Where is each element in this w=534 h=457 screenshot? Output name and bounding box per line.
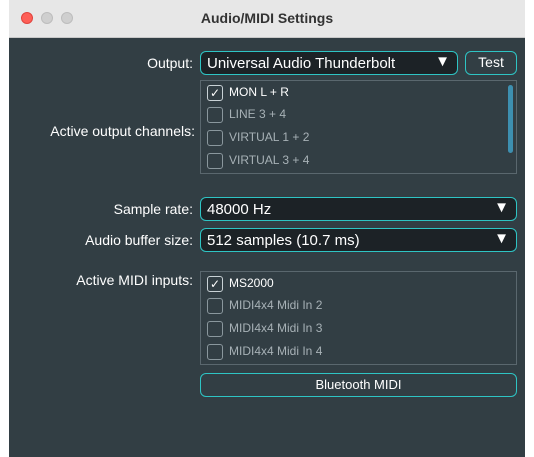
buffer-size-value: 512 samples (10.7 ms): [207, 232, 360, 249]
window-title: Audio/MIDI Settings: [200, 10, 334, 26]
output-device-value: Universal Audio Thunderbolt: [207, 55, 396, 72]
channel-label: MON L + R: [229, 85, 289, 99]
title-bar: Audio/MIDI Settings: [9, 0, 525, 38]
dropdown-arrow-icon: ▼: [494, 230, 509, 247]
midi-input-label: MIDI4x4 Midi In 2: [229, 298, 323, 312]
midi-inputs-label: Active MIDI inputs:: [76, 272, 193, 288]
channel-label: LINE 3 + 4: [229, 107, 287, 121]
dropdown-arrow-icon: ▼: [494, 199, 509, 216]
output-channels-list[interactable]: ✓ MON L + R LINE 3 + 4 VIRTUAL 1 + 2 VIR…: [200, 80, 517, 174]
checkbox-unchecked-icon[interactable]: [207, 344, 223, 360]
sample-rate-dropdown[interactable]: 48000 Hz ▼: [200, 197, 517, 221]
checkbox-unchecked-icon[interactable]: [207, 107, 223, 123]
channel-label: VIRTUAL 3 + 4: [229, 153, 310, 167]
output-label: Output:: [147, 55, 193, 71]
checkbox-checked-icon[interactable]: ✓: [207, 276, 223, 292]
buffer-size-dropdown[interactable]: 512 samples (10.7 ms) ▼: [200, 228, 517, 252]
checkbox-unchecked-icon[interactable]: [207, 130, 223, 146]
audio-midi-settings-window: Audio/MIDI Settings Output: Universal Au…: [9, 0, 525, 457]
buffer-size-label: Audio buffer size:: [85, 232, 193, 248]
scrollbar[interactable]: [508, 85, 513, 153]
channel-label: VIRTUAL 1 + 2: [229, 130, 310, 144]
checkbox-checked-icon[interactable]: ✓: [207, 85, 223, 101]
midi-input-label: MS2000: [229, 276, 274, 290]
output-device-dropdown[interactable]: Universal Audio Thunderbolt ▼: [200, 51, 458, 75]
test-button[interactable]: Test: [465, 51, 517, 75]
midi-input-label: MIDI4x4 Midi In 4: [229, 344, 323, 358]
midi-input-label: MIDI4x4 Midi In 3: [229, 321, 323, 335]
active-output-channels-label: Active output channels:: [50, 123, 195, 139]
sample-rate-value: 48000 Hz: [207, 201, 272, 218]
midi-inputs-list[interactable]: ✓ MS2000 MIDI4x4 Midi In 2 MIDI4x4 Midi …: [200, 271, 517, 365]
checkbox-unchecked-icon[interactable]: [207, 298, 223, 314]
checkbox-unchecked-icon[interactable]: [207, 321, 223, 337]
sample-rate-label: Sample rate:: [113, 201, 193, 217]
dropdown-arrow-icon: ▼: [435, 53, 450, 70]
checkbox-unchecked-icon[interactable]: [207, 153, 223, 169]
bluetooth-midi-button[interactable]: Bluetooth MIDI: [200, 373, 517, 397]
